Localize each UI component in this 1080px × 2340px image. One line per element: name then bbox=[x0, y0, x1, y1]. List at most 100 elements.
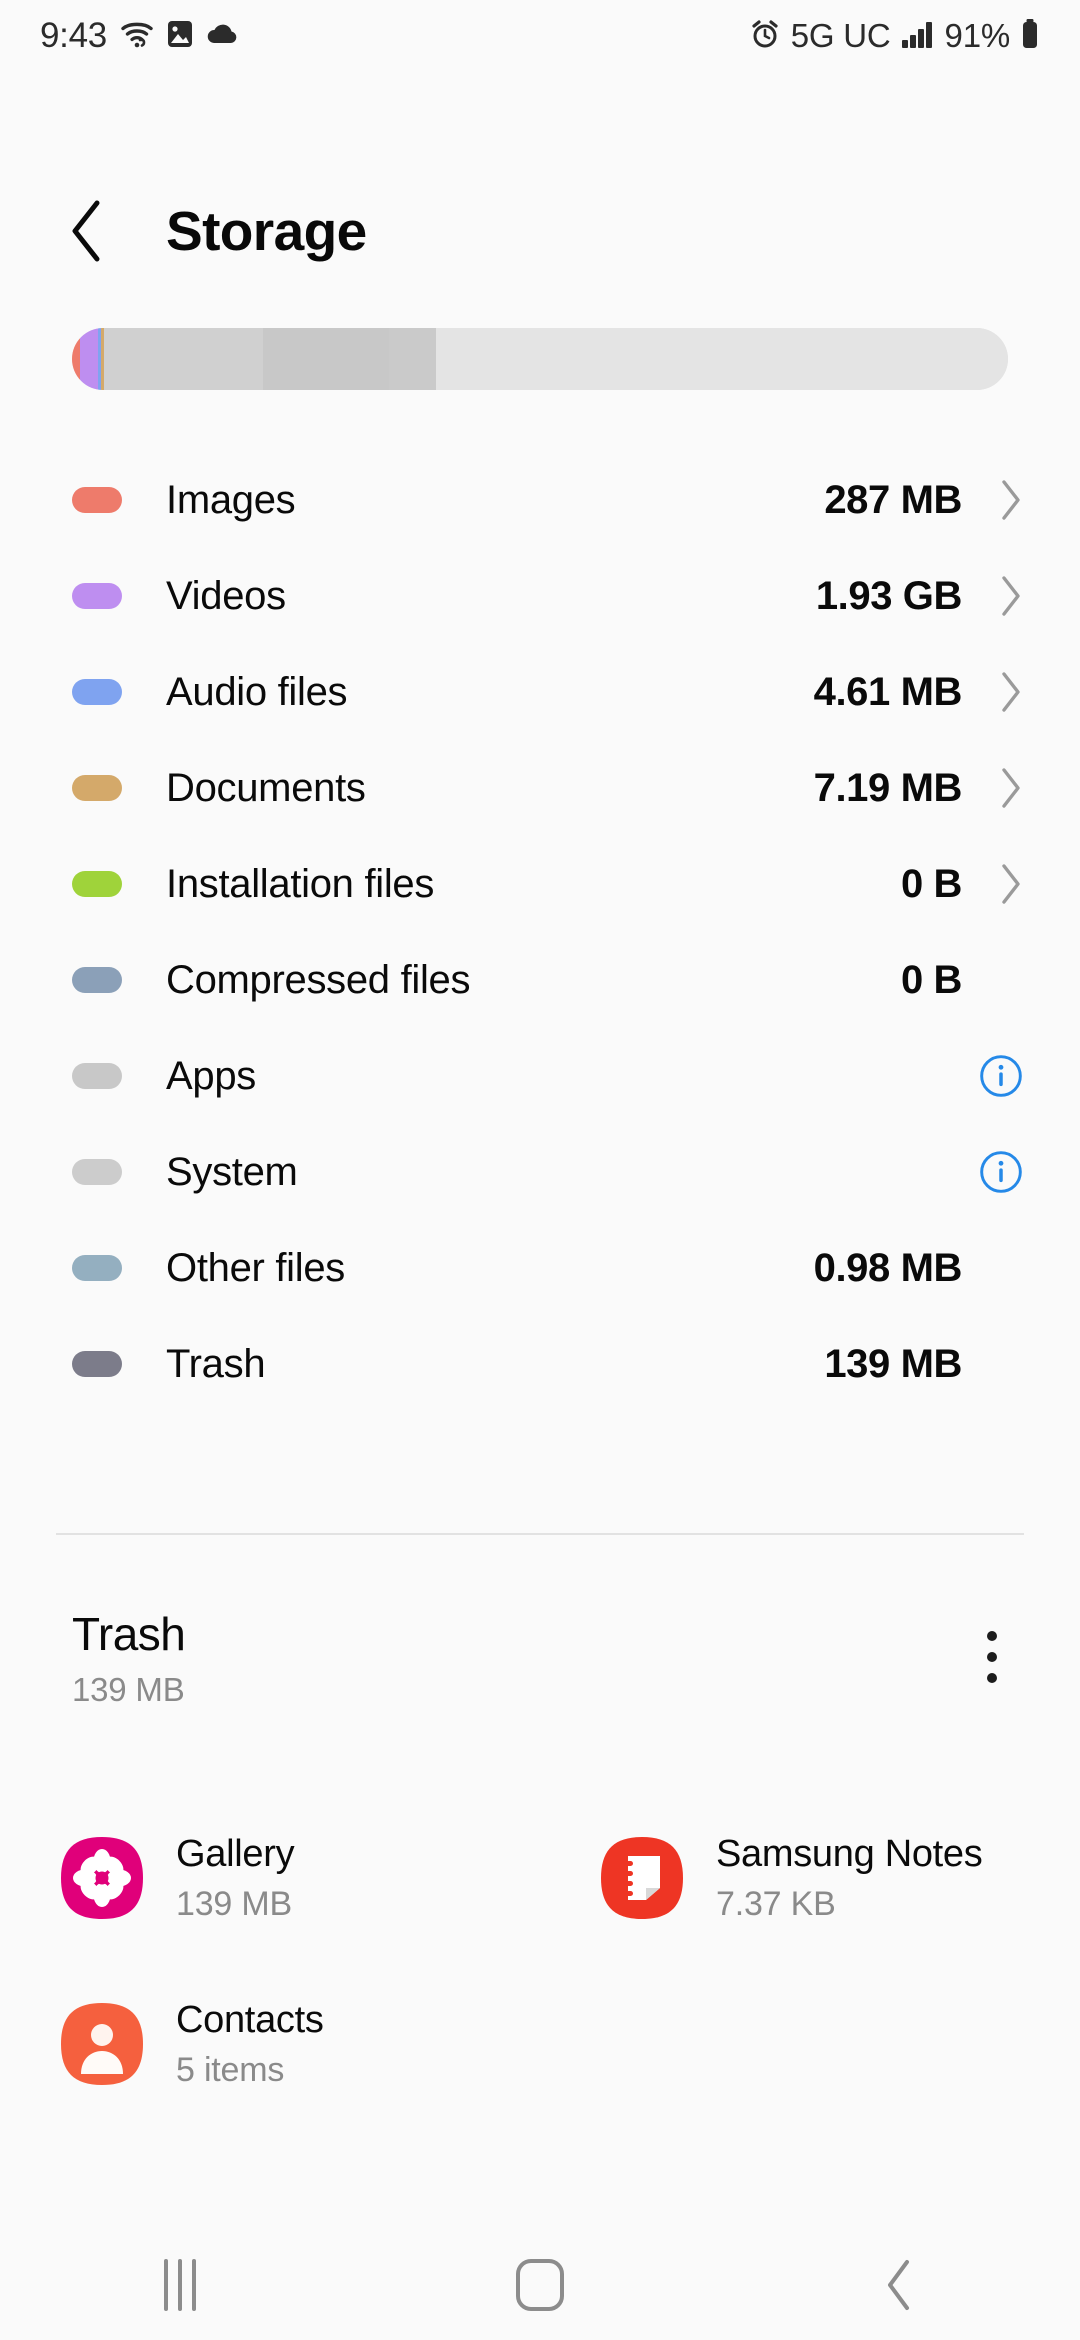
storage-category-row[interactable]: Images 287 MB bbox=[0, 452, 1080, 548]
chevron-right-icon[interactable] bbox=[978, 766, 1024, 810]
cloud-icon bbox=[206, 21, 240, 52]
category-value: 0.98 MB bbox=[813, 1245, 963, 1290]
storage-category-row[interactable]: Audio files 4.61 MB bbox=[0, 644, 1080, 740]
contacts-icon bbox=[60, 2002, 144, 2086]
category-label: Trash bbox=[166, 1341, 266, 1386]
trash-app-name: Contacts bbox=[176, 1998, 324, 2041]
trash-app-texts: Contacts 5 items bbox=[176, 1998, 324, 2091]
recents-button[interactable] bbox=[100, 2240, 260, 2330]
status-bar: 9:43 5G UC 91% bbox=[0, 0, 1080, 72]
chevron-right-icon[interactable] bbox=[978, 478, 1024, 522]
storage-bar-segment bbox=[103, 328, 263, 390]
storage-category-row[interactable]: Videos 1.93 GB bbox=[0, 548, 1080, 644]
trash-app-tile[interactable]: Contacts 5 items bbox=[0, 1961, 540, 2127]
trash-header-texts: Trash 139 MB bbox=[72, 1608, 964, 1709]
category-label: Compressed files bbox=[166, 957, 471, 1002]
back-button[interactable] bbox=[48, 191, 128, 271]
trash-app-name: Gallery bbox=[176, 1832, 295, 1875]
category-label: System bbox=[166, 1149, 298, 1194]
trash-app-size: 5 items bbox=[176, 2051, 285, 2090]
category-value: 1.93 GB bbox=[815, 573, 963, 618]
category-value: 0 B bbox=[900, 861, 962, 906]
category-label: Images bbox=[166, 477, 296, 522]
status-bar-right: 5G UC 91% bbox=[749, 17, 1040, 55]
storage-category-list: Images 287 MB Videos 1.93 GB Audio files 4.61… bbox=[0, 452, 1080, 1412]
chevron-right-icon[interactable] bbox=[978, 574, 1024, 618]
recents-icon bbox=[164, 2259, 196, 2311]
section-divider bbox=[56, 1533, 1024, 1535]
category-color-dot bbox=[72, 967, 122, 993]
alarm-icon bbox=[749, 18, 781, 55]
trash-app-texts: Gallery 139 MB bbox=[176, 1832, 295, 1925]
category-value: 139 MB bbox=[824, 1341, 962, 1386]
back-chevron-icon bbox=[888, 2260, 909, 2310]
status-bar-left: 9:43 bbox=[40, 16, 240, 56]
storage-bar-segment bbox=[436, 328, 1008, 390]
chevron-left-icon bbox=[72, 200, 100, 262]
trash-app-tile[interactable]: Gallery 139 MB bbox=[0, 1795, 540, 1961]
signal-bars-icon bbox=[901, 19, 935, 54]
storage-settings-screen: 9:43 5G UC 91% Storage Images 287 MB Vid… bbox=[0, 0, 1080, 2340]
samsung-notes-icon bbox=[600, 1836, 684, 1920]
home-button[interactable] bbox=[460, 2240, 620, 2330]
category-color-dot bbox=[72, 1255, 122, 1281]
storage-category-row[interactable]: Apps bbox=[0, 1028, 1080, 1124]
image-icon bbox=[167, 19, 193, 54]
trash-section-header: Trash 139 MB bbox=[0, 1608, 1080, 1709]
category-color-dot bbox=[72, 871, 122, 897]
category-label: Videos bbox=[166, 573, 286, 618]
trash-title: Trash bbox=[72, 1608, 186, 1660]
category-color-dot bbox=[72, 775, 122, 801]
storage-category-row: Compressed files 0 B bbox=[0, 932, 1080, 1028]
category-label: Installation files bbox=[166, 861, 435, 906]
status-time: 9:43 bbox=[40, 16, 107, 55]
nav-back-button[interactable] bbox=[820, 2240, 980, 2330]
storage-category-row[interactable]: Documents 7.19 MB bbox=[0, 740, 1080, 836]
storage-bar-segment bbox=[389, 328, 437, 390]
trash-app-size: 7.37 KB bbox=[716, 1885, 836, 1924]
storage-bar-segment bbox=[80, 328, 99, 390]
trash-app-grid: Gallery 139 MB Samsung Notes 7.37 KB Contact… bbox=[0, 1795, 1080, 2127]
category-value: 4.61 MB bbox=[813, 669, 963, 714]
category-label: Apps bbox=[166, 1053, 256, 1098]
storage-category-row: Other files 0.98 MB bbox=[0, 1220, 1080, 1316]
category-color-dot bbox=[72, 1063, 122, 1089]
storage-bar-segment bbox=[262, 328, 390, 390]
network-label: 5G UC bbox=[790, 17, 891, 54]
battery-icon bbox=[1020, 18, 1040, 55]
page-title: Storage bbox=[166, 200, 367, 262]
storage-usage-bar bbox=[72, 328, 1008, 390]
storage-bar-segment bbox=[72, 328, 81, 390]
gallery-icon bbox=[60, 1836, 144, 1920]
more-vertical-icon[interactable] bbox=[964, 1622, 1020, 1692]
trash-app-tile[interactable]: Samsung Notes 7.37 KB bbox=[540, 1795, 1080, 1961]
category-label: Audio files bbox=[166, 669, 348, 714]
chevron-right-icon[interactable] bbox=[978, 670, 1024, 714]
trash-app-name: Samsung Notes bbox=[716, 1832, 983, 1875]
category-value: 0 B bbox=[900, 957, 962, 1002]
category-label: Other files bbox=[166, 1245, 345, 1290]
trash-size: 139 MB bbox=[72, 1670, 185, 1708]
trash-app-size: 139 MB bbox=[176, 1885, 292, 1924]
wifi-question-icon bbox=[120, 19, 154, 54]
battery-percent: 91% bbox=[944, 17, 1011, 54]
storage-category-row: Trash 139 MB bbox=[0, 1316, 1080, 1412]
storage-category-row[interactable]: Installation files 0 B bbox=[0, 836, 1080, 932]
category-label: Documents bbox=[166, 765, 366, 810]
trash-app-texts: Samsung Notes 7.37 KB bbox=[716, 1832, 983, 1925]
category-value: 7.19 MB bbox=[813, 765, 963, 810]
info-icon[interactable] bbox=[978, 1051, 1024, 1101]
home-icon bbox=[516, 2259, 564, 2311]
storage-bar-track bbox=[72, 328, 1008, 390]
category-color-dot bbox=[72, 487, 122, 513]
category-color-dot bbox=[72, 1351, 122, 1377]
category-color-dot bbox=[72, 583, 122, 609]
category-value: 287 MB bbox=[824, 477, 962, 522]
system-navigation-bar bbox=[0, 2230, 1080, 2340]
info-icon[interactable] bbox=[978, 1147, 1024, 1197]
storage-category-row[interactable]: System bbox=[0, 1124, 1080, 1220]
category-color-dot bbox=[72, 1159, 122, 1185]
app-bar: Storage bbox=[0, 176, 1080, 286]
chevron-right-icon[interactable] bbox=[978, 862, 1024, 906]
category-color-dot bbox=[72, 679, 122, 705]
